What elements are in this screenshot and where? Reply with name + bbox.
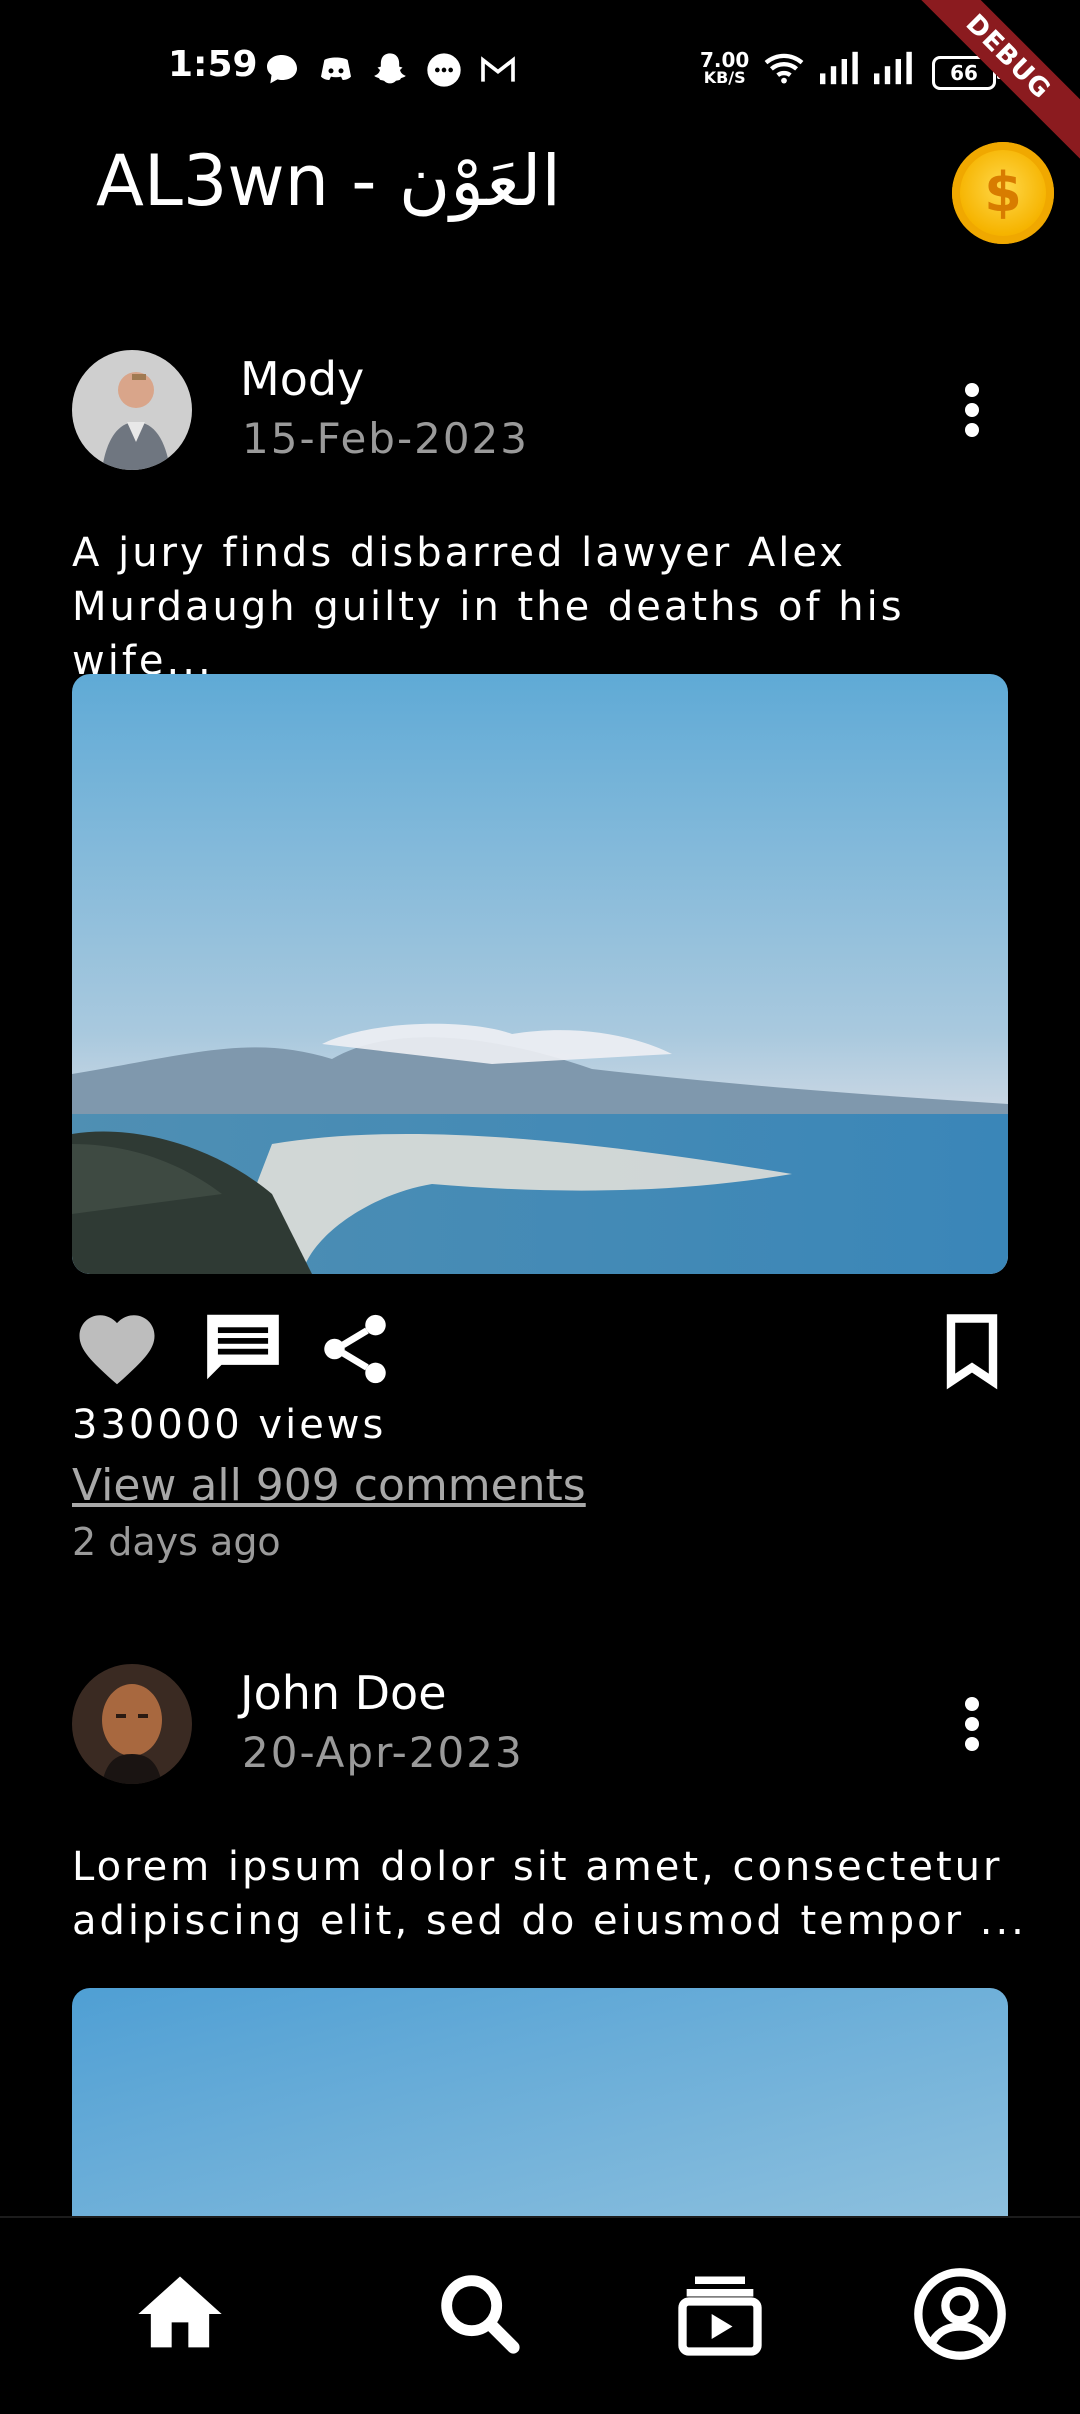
- discord-icon: [321, 57, 351, 80]
- view-comments-link[interactable]: View all 909 comments: [72, 1460, 586, 1511]
- notification-icons: [262, 50, 518, 90]
- net-speed-unit: KB/S: [703, 68, 746, 87]
- account-icon[interactable]: [910, 2264, 1010, 2364]
- signal-icon-2: [874, 51, 912, 85]
- post-caption: Lorem ipsum dolor sit amet, consectetur …: [72, 1840, 1032, 1948]
- caption-line-2: Murdaugh guilty in the deaths of his wif…: [72, 584, 905, 684]
- caption-line-1: A jury finds disbarred lawyer Alex: [72, 530, 846, 576]
- net-speed-value: 7.00: [700, 48, 750, 72]
- chat-bubble-icon: [267, 55, 297, 84]
- post-author[interactable]: John Doe: [240, 1666, 447, 1720]
- view-count: 330000 views: [72, 1402, 387, 1448]
- wifi-icon: [764, 53, 804, 84]
- more-options-icon[interactable]: [944, 1684, 1000, 1764]
- videos-icon[interactable]: [670, 2264, 770, 2364]
- snapchat-icon: [374, 53, 406, 84]
- search-icon[interactable]: [430, 2264, 530, 2364]
- signal-icon: [820, 51, 858, 85]
- system-icons: [762, 50, 914, 86]
- messenger-icon: [427, 53, 461, 87]
- caption-line-1: Lorem ipsum dolor sit amet, consectetur: [72, 1844, 1003, 1890]
- post-caption: A jury finds disbarred lawyer Alex Murda…: [72, 526, 1032, 688]
- more-options-icon[interactable]: [944, 370, 1000, 450]
- bookmark-icon[interactable]: [930, 1308, 1014, 1392]
- dollar-icon: $: [984, 161, 1022, 224]
- comment-icon[interactable]: [200, 1304, 286, 1390]
- post-date: 15-Feb-2023: [242, 414, 530, 463]
- post-date: 20-Apr-2023: [242, 1728, 524, 1777]
- home-icon[interactable]: [130, 2264, 230, 2364]
- network-speed: 7.00 KB/S: [700, 50, 749, 86]
- author-avatar[interactable]: [72, 1664, 192, 1784]
- post-image[interactable]: [72, 1988, 1008, 2228]
- post-image[interactable]: [72, 674, 1008, 1274]
- post-time-ago: 2 days ago: [72, 1520, 281, 1564]
- bottom-navigation: [0, 2216, 1080, 2414]
- coin-button[interactable]: $: [952, 142, 1054, 244]
- like-heart-icon[interactable]: [72, 1304, 162, 1394]
- share-icon[interactable]: [314, 1308, 396, 1390]
- app-title: AL3wn - العَوْن: [96, 140, 561, 222]
- post-author[interactable]: Mody: [240, 352, 364, 406]
- status-time: 1:59: [168, 44, 258, 85]
- caption-line-2: adipiscing elit, sed do eiusmod tempor .…: [72, 1898, 1027, 1944]
- status-bar: 1:59 7.00 KB/S 66 DEBUG: [0, 0, 1080, 164]
- author-avatar[interactable]: [72, 350, 192, 470]
- gmail-icon: [481, 56, 515, 82]
